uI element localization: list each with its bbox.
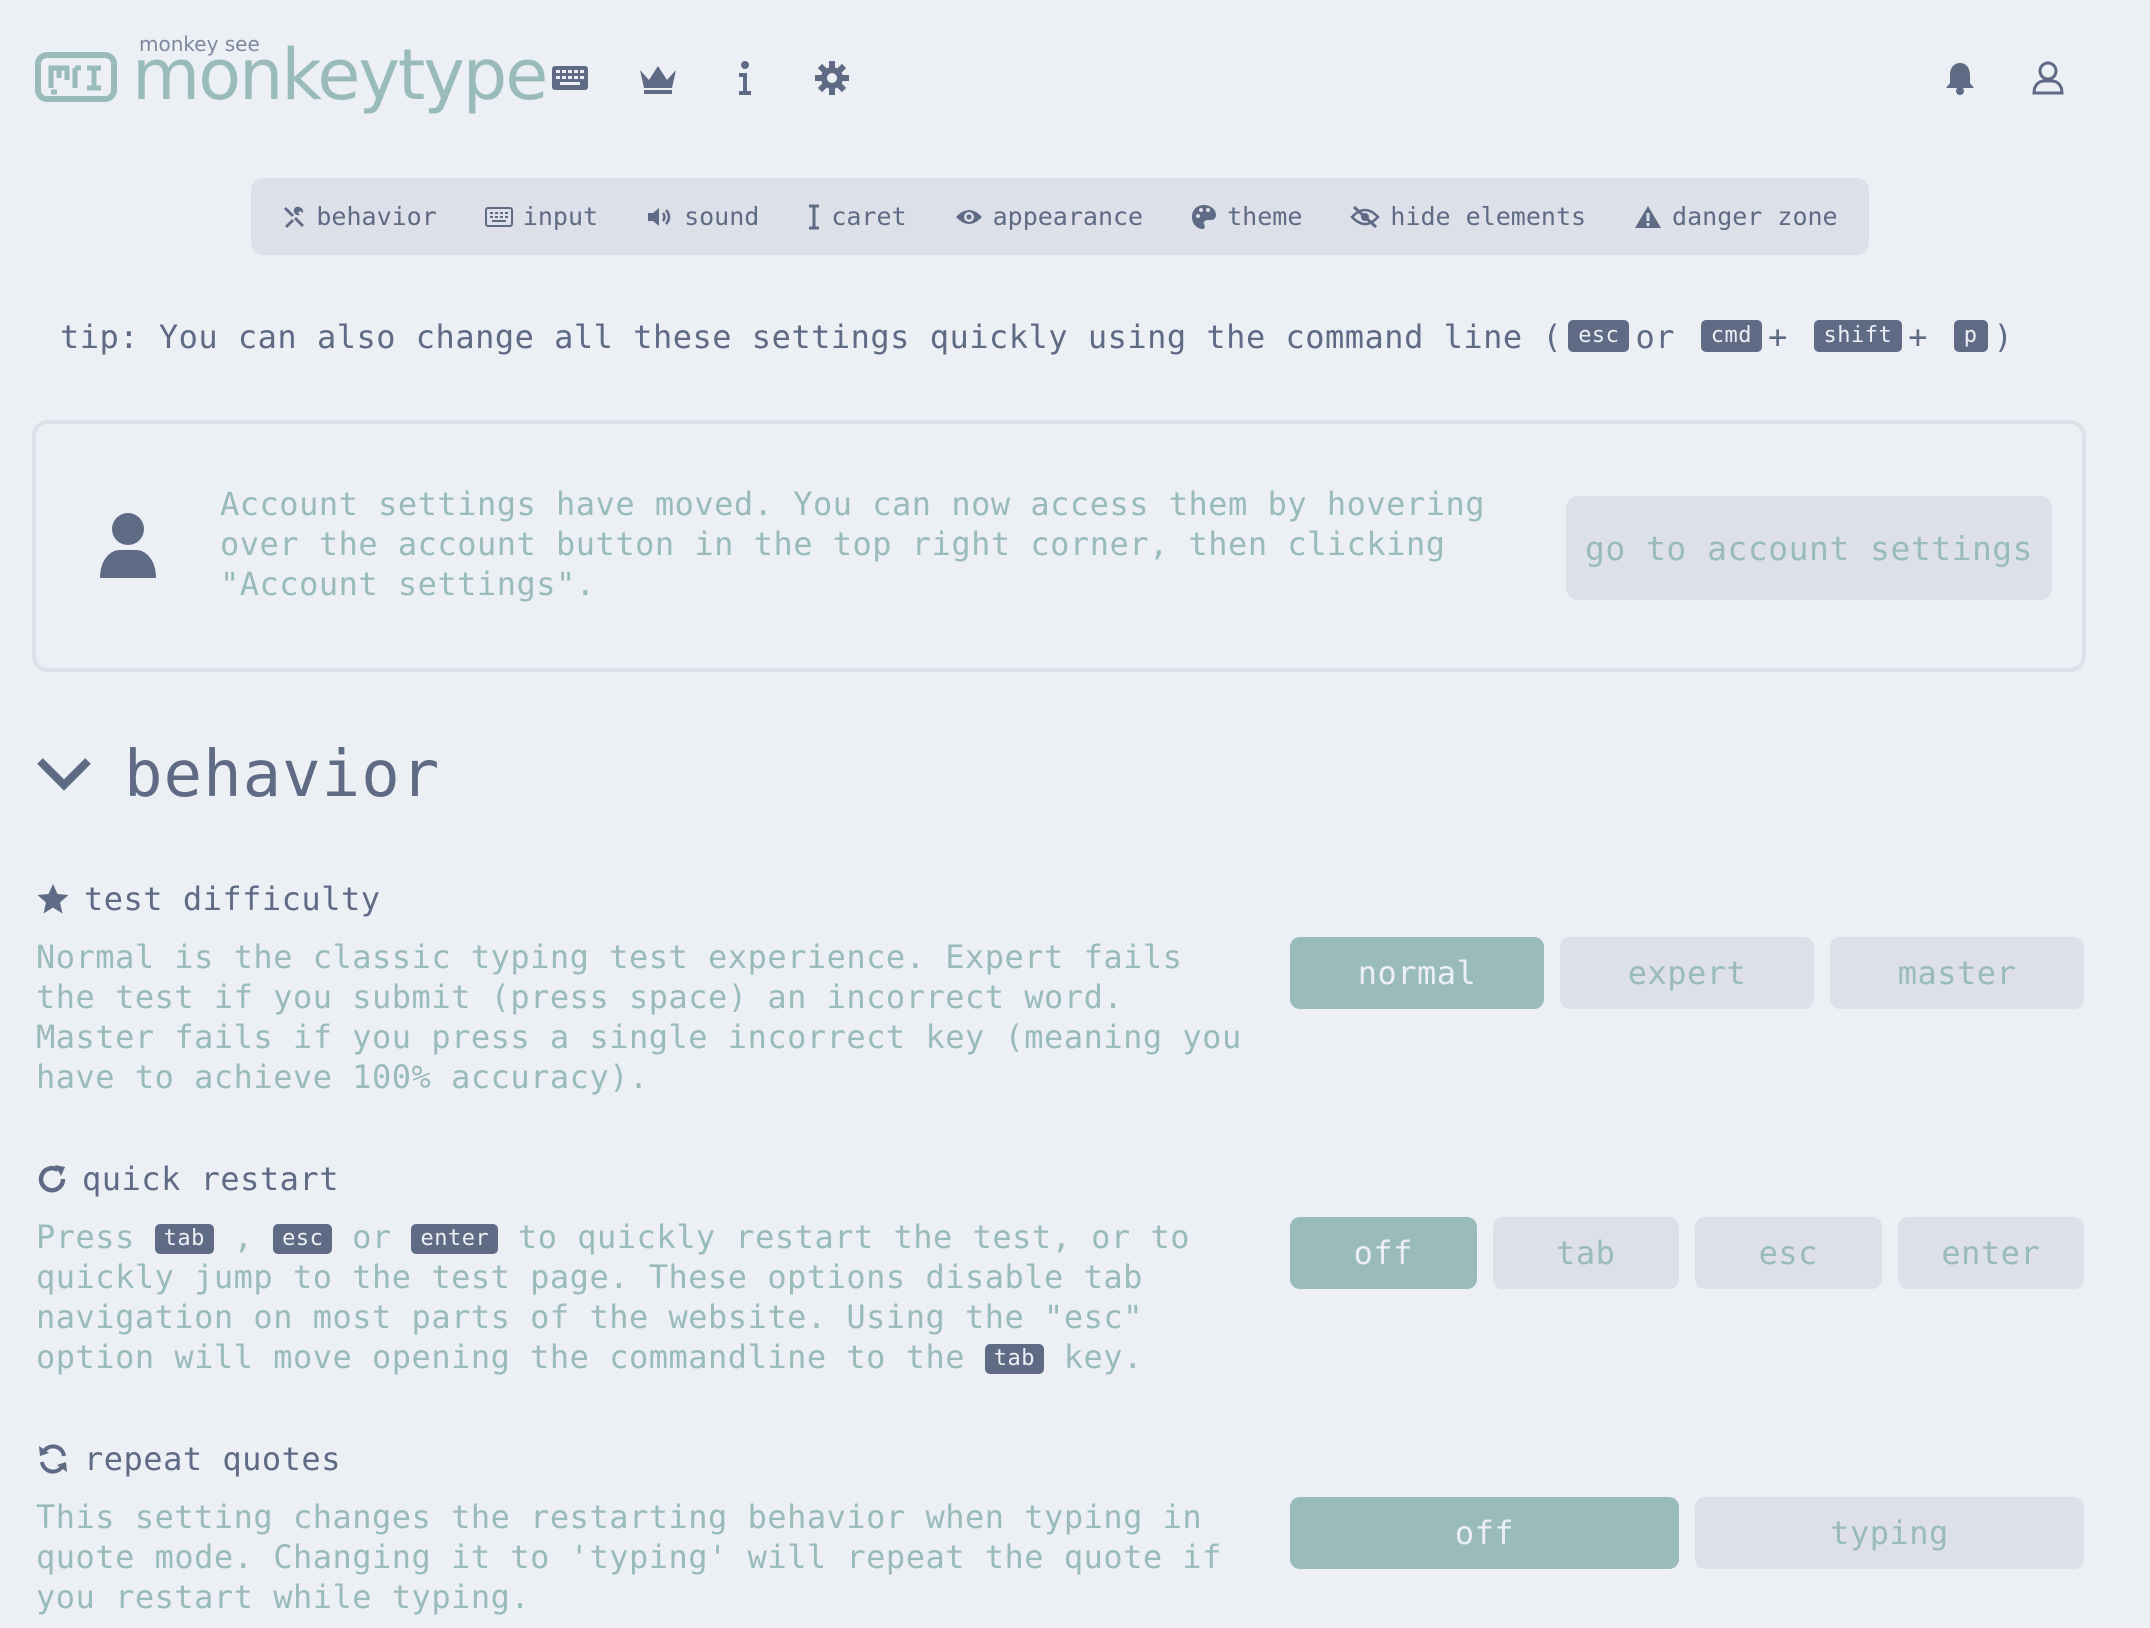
option-normal[interactable]: normal xyxy=(1290,937,1544,1009)
key-enter: enter xyxy=(411,1224,499,1254)
tab-hide-elements[interactable]: hide elements xyxy=(1326,202,1610,231)
tab-theme[interactable]: theme xyxy=(1167,202,1326,231)
tab-label: theme xyxy=(1227,202,1303,231)
desc-text: or xyxy=(352,1218,392,1256)
key-tab: tab xyxy=(154,1224,214,1254)
setting-desc-repeat-quotes: This setting changes the restarting beha… xyxy=(36,1498,1222,1616)
key-shift: shift xyxy=(1813,320,1903,352)
key-esc: esc xyxy=(1568,320,1630,352)
redo-icon xyxy=(38,1165,66,1193)
tab-caret[interactable]: caret xyxy=(783,202,930,231)
key-p: p xyxy=(1953,320,1988,352)
option-expert[interactable]: expert xyxy=(1560,937,1814,1009)
gear-icon[interactable] xyxy=(812,58,852,98)
key-cmd: cmd xyxy=(1700,320,1762,352)
tip-prefix: tip: You can also change all these setti… xyxy=(60,318,1563,356)
bell-icon[interactable] xyxy=(1940,58,1980,98)
keyboard-icon xyxy=(484,206,513,227)
notice-text: Account settings have moved. You can now… xyxy=(220,485,1485,603)
option-typing[interactable]: typing xyxy=(1695,1497,2084,1569)
tip-plus: + xyxy=(1908,318,1929,356)
chevron-down-icon[interactable] xyxy=(36,755,92,791)
option-esc[interactable]: esc xyxy=(1695,1217,1882,1289)
tip-text: tip: You can also change all these setti… xyxy=(60,318,2100,356)
eye-slash-icon xyxy=(1350,205,1381,228)
tab-sound[interactable]: sound xyxy=(622,202,783,231)
tip-or: or xyxy=(1635,318,1675,356)
user-icon xyxy=(98,512,158,580)
desc-text: Press xyxy=(36,1218,135,1256)
crown-icon[interactable] xyxy=(638,58,678,98)
logo-text[interactable]: monkeytype xyxy=(132,30,548,120)
i-cursor-icon xyxy=(809,204,820,229)
quick-restart-options: off tab esc enter xyxy=(1290,1217,2084,1289)
palette-icon xyxy=(1192,204,1217,229)
tab-danger-zone[interactable]: danger zone xyxy=(1610,202,1862,231)
repeat-quotes-options: off typing xyxy=(1290,1497,2084,1569)
setting-title-label: quick restart xyxy=(82,1160,339,1198)
setting-title-label: test difficulty xyxy=(84,880,381,918)
key-esc: esc xyxy=(273,1224,333,1254)
key-tab: tab xyxy=(984,1344,1044,1374)
desc-text: key. xyxy=(1063,1338,1143,1376)
settings-tabs: behavior input sound caret appearance th… xyxy=(251,178,1869,255)
tools-icon xyxy=(284,206,305,228)
volume-icon xyxy=(648,207,671,226)
tab-behavior[interactable]: behavior xyxy=(258,202,460,231)
keyboard-icon[interactable] xyxy=(550,58,590,98)
user-icon[interactable] xyxy=(2028,58,2068,98)
tab-label: hide elements xyxy=(1390,202,1587,231)
setting-title-quick-restart: quick restart xyxy=(36,1160,339,1198)
tab-label: sound xyxy=(684,202,760,231)
option-off[interactable]: off xyxy=(1290,1497,1679,1569)
option-off[interactable]: off xyxy=(1290,1217,1477,1289)
setting-desc-quick-restart: Press tab , esc or enter to quickly rest… xyxy=(36,1217,1256,1377)
tab-label: input xyxy=(522,202,599,231)
option-master[interactable]: master xyxy=(1830,937,2084,1009)
logo-icon[interactable] xyxy=(35,52,117,102)
setting-title-test-difficulty: test difficulty xyxy=(36,880,380,918)
setting-title-repeat-quotes: repeat quotes xyxy=(36,1440,341,1478)
tip-suffix: ) xyxy=(1993,318,2014,356)
tab-input[interactable]: input xyxy=(461,202,622,231)
option-enter[interactable]: enter xyxy=(1897,1217,2084,1289)
tab-label: caret xyxy=(831,202,907,231)
desc-text: , xyxy=(233,1218,254,1256)
star-icon xyxy=(37,884,69,914)
tab-label: danger zone xyxy=(1672,202,1838,231)
difficulty-options: normal expert master xyxy=(1290,937,2084,1009)
section-title[interactable]: behavior xyxy=(124,738,440,812)
setting-title-label: repeat quotes xyxy=(84,1440,341,1478)
warning-icon xyxy=(1635,205,1662,228)
go-to-account-settings-button[interactable]: go to account settings xyxy=(1566,496,2052,600)
tab-appearance[interactable]: appearance xyxy=(931,202,1168,231)
option-tab[interactable]: tab xyxy=(1492,1217,1679,1289)
tip-plus: + xyxy=(1767,318,1788,356)
tab-label: appearance xyxy=(992,202,1144,231)
eye-icon xyxy=(955,209,982,224)
sync-icon xyxy=(39,1444,67,1474)
info-icon[interactable] xyxy=(725,58,765,98)
tab-label: behavior xyxy=(316,202,437,231)
setting-desc-test-difficulty: Normal is the classic typing test experi… xyxy=(36,938,1242,1096)
